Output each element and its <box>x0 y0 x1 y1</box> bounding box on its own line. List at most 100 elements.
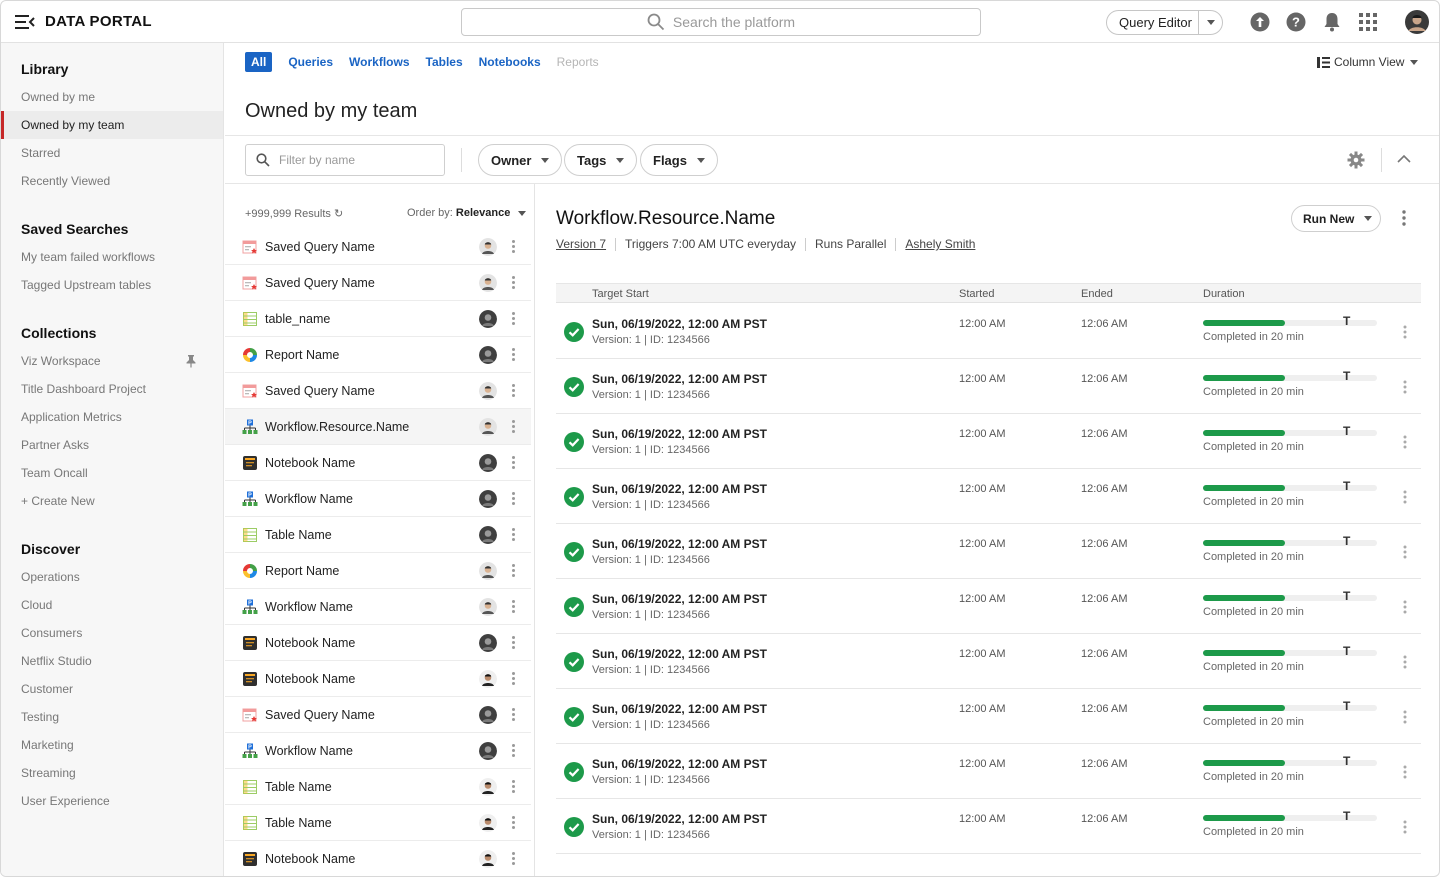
sidebar-item-discover[interactable]: Operations <box>1 563 223 591</box>
list-item[interactable]: P Workflow Name <box>225 481 531 517</box>
more-options-icon[interactable] <box>1403 380 1407 399</box>
more-options-icon[interactable] <box>512 672 516 686</box>
more-options-icon[interactable] <box>512 420 516 434</box>
more-options-icon[interactable] <box>512 852 516 866</box>
owner-avatar[interactable] <box>479 598 497 616</box>
refresh-icon[interactable]: ↻ <box>334 208 343 220</box>
run-row[interactable]: Sun, 06/19/2022, 12:00 AM PST Version: 1 … <box>556 414 1421 469</box>
more-options-icon[interactable] <box>1403 710 1407 729</box>
more-options-icon[interactable] <box>1403 325 1407 344</box>
more-options-icon[interactable] <box>1403 655 1407 674</box>
user-avatar[interactable] <box>1405 10 1429 34</box>
tags-filter-dropdown[interactable]: Tags <box>564 144 638 176</box>
column-header-duration[interactable]: Duration <box>1203 288 1245 300</box>
sidebar-item-discover[interactable]: Marketing <box>1 731 223 759</box>
list-item[interactable]: Saved Query Name <box>225 697 531 733</box>
more-options-icon[interactable] <box>512 816 516 830</box>
owner-avatar[interactable] <box>479 418 497 436</box>
sidebar-item-collection[interactable]: Viz Workspace <box>1 347 223 375</box>
sidebar-item-discover[interactable]: Netflix Studio <box>1 647 223 675</box>
list-item[interactable]: Saved Query Name <box>225 265 531 301</box>
owner-avatar[interactable] <box>479 382 497 400</box>
owner-avatar[interactable] <box>479 850 497 868</box>
run-row[interactable]: Sun, 06/19/2022, 12:00 AM PST Version: 1 … <box>556 579 1421 634</box>
owner-avatar[interactable] <box>479 238 497 256</box>
gear-icon[interactable] <box>1347 151 1365 169</box>
more-options-icon[interactable] <box>1403 435 1407 454</box>
bell-icon[interactable] <box>1321 11 1343 33</box>
more-options-icon[interactable] <box>512 348 516 362</box>
owner-avatar[interactable] <box>479 634 497 652</box>
sidebar-item-collection[interactable]: Partner Asks <box>1 431 223 459</box>
more-options-icon[interactable] <box>512 528 516 542</box>
owner-filter-dropdown[interactable]: Owner <box>478 144 563 176</box>
sidebar-item-collection[interactable]: Application Metrics <box>1 403 223 431</box>
column-header-target-start[interactable]: Target Start <box>592 288 649 300</box>
chevron-down-icon[interactable] <box>1198 11 1222 34</box>
more-options-icon[interactable] <box>1403 765 1407 784</box>
owner-avatar[interactable] <box>479 670 497 688</box>
owner-avatar[interactable] <box>479 490 497 508</box>
sidebar-item-saved-search[interactable]: My team failed workflows <box>1 243 223 271</box>
list-item[interactable]: Notebook Name <box>225 625 531 661</box>
sidebar-item-discover[interactable]: User Experience <box>1 787 223 815</box>
column-view-toggle[interactable]: Column View <box>1317 55 1419 69</box>
upload-icon[interactable] <box>1249 11 1271 33</box>
list-item[interactable]: Table Name <box>225 805 531 841</box>
more-options-icon[interactable] <box>512 780 516 794</box>
owner-avatar[interactable] <box>479 706 497 724</box>
more-options-icon[interactable] <box>512 456 516 470</box>
list-item[interactable]: Saved Query Name <box>225 373 531 409</box>
list-item[interactable]: P Workflow.Resource.Name <box>225 409 531 445</box>
tab-notebooks[interactable]: Notebooks <box>479 55 541 69</box>
chevron-up-icon[interactable] <box>1397 154 1411 164</box>
run-row[interactable]: Sun, 06/19/2022, 12:00 AM PST Version: 1 … <box>556 469 1421 524</box>
list-item[interactable]: Report Name <box>225 337 531 373</box>
more-options-icon[interactable] <box>1403 490 1407 509</box>
flags-filter-dropdown[interactable]: Flags <box>640 144 718 176</box>
run-row[interactable]: Sun, 06/19/2022, 12:00 AM PST Version: 1 … <box>556 744 1421 799</box>
more-options-icon[interactable] <box>1403 600 1407 619</box>
more-options-icon[interactable] <box>1403 820 1407 839</box>
sidebar-item-collection[interactable]: Team Oncall <box>1 459 223 487</box>
list-item[interactable]: table_name <box>225 301 531 337</box>
list-item[interactable]: Notebook Name <box>225 841 531 876</box>
more-options-icon[interactable] <box>512 744 516 758</box>
more-options-icon[interactable] <box>512 600 516 614</box>
version-link[interactable]: Version 7 <box>556 237 606 251</box>
list-item[interactable]: P Workflow Name <box>225 589 531 625</box>
run-row[interactable]: Sun, 06/19/2022, 12:00 AM PST Version: 1 … <box>556 799 1421 854</box>
tab-tables[interactable]: Tables <box>426 55 463 69</box>
brand-title[interactable]: DATA PORTAL <box>45 13 152 30</box>
more-options-icon[interactable] <box>1403 545 1407 564</box>
order-by-dropdown[interactable]: Order by: Relevance <box>407 207 527 219</box>
owner-avatar[interactable] <box>479 346 497 364</box>
owner-avatar[interactable] <box>479 778 497 796</box>
more-options-icon[interactable] <box>512 276 516 290</box>
list-item[interactable]: Report Name <box>225 553 531 589</box>
column-header-ended[interactable]: Ended <box>1081 288 1113 300</box>
more-options-icon[interactable] <box>512 312 516 326</box>
sidebar-item-create-new[interactable]: + Create New <box>1 487 223 515</box>
column-header-started[interactable]: Started <box>959 288 994 300</box>
more-options-icon[interactable] <box>1402 210 1406 231</box>
more-options-icon[interactable] <box>512 636 516 650</box>
sidebar-item-owned-by-my-team[interactable]: Owned by my team <box>1 111 223 139</box>
owner-avatar[interactable] <box>479 814 497 832</box>
more-options-icon[interactable] <box>512 564 516 578</box>
list-item[interactable]: P Workflow Name <box>225 733 531 769</box>
tab-workflows[interactable]: Workflows <box>349 55 409 69</box>
owner-avatar[interactable] <box>479 274 497 292</box>
owner-avatar[interactable] <box>479 526 497 544</box>
run-row[interactable]: Sun, 06/19/2022, 12:00 AM PST Version: 1 … <box>556 689 1421 744</box>
help-icon[interactable]: ? <box>1285 11 1307 33</box>
owner-avatar[interactable] <box>479 742 497 760</box>
sidebar-item-owned-by-me[interactable]: Owned by me <box>1 83 223 111</box>
more-options-icon[interactable] <box>512 384 516 398</box>
run-row[interactable]: Sun, 06/19/2022, 12:00 AM PST Version: 1 … <box>556 634 1421 689</box>
tab-queries[interactable]: Queries <box>288 55 333 69</box>
sidebar-item-discover[interactable]: Streaming <box>1 759 223 787</box>
more-options-icon[interactable] <box>512 492 516 506</box>
run-row[interactable]: Sun, 06/19/2022, 12:00 AM PST Version: 1 … <box>556 304 1421 359</box>
sidebar-item-recently-viewed[interactable]: Recently Viewed <box>1 167 223 195</box>
